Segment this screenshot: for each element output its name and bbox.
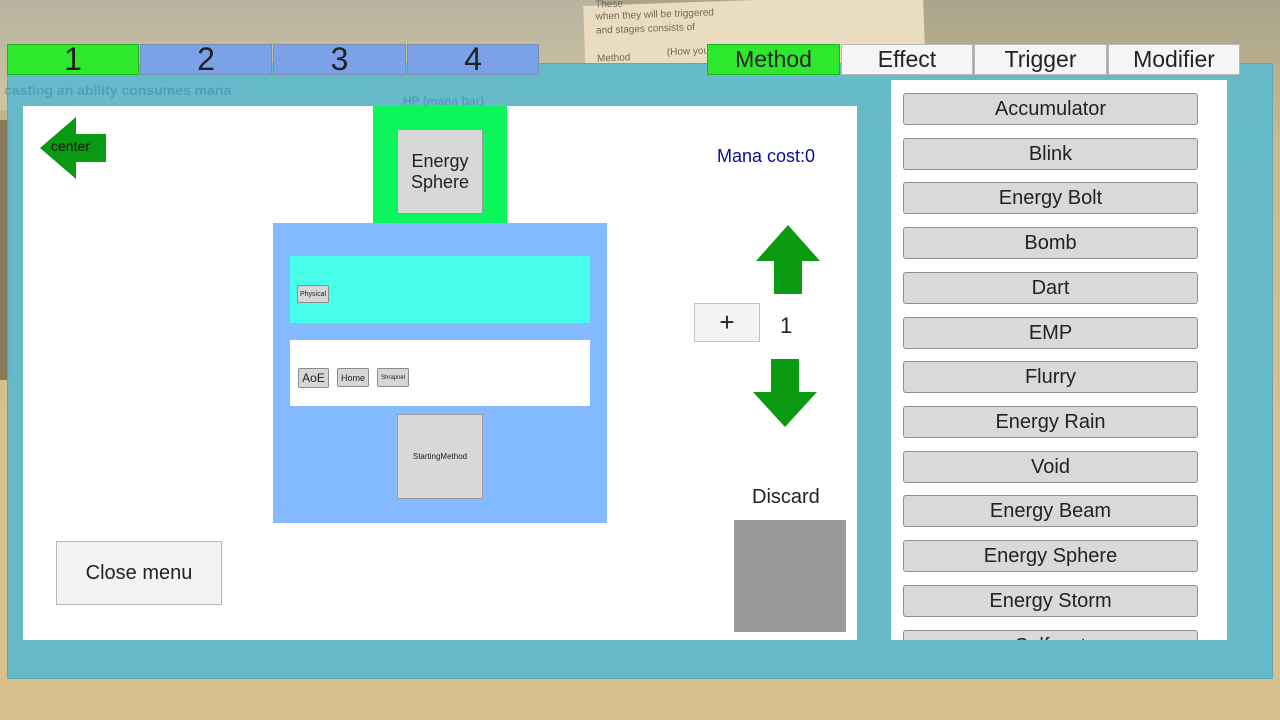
discard-label: Discard	[752, 486, 820, 508]
tab-modifier[interactable]: Modifier	[1108, 44, 1240, 75]
starting-method-card[interactable]: StartingMethod	[397, 414, 483, 499]
tab-effect[interactable]: Effect	[841, 44, 973, 75]
ability-dart[interactable]: Dart	[903, 272, 1198, 304]
faint-text: casting an ability consumes mana	[4, 82, 232, 98]
center-back-button[interactable]: center	[40, 117, 106, 179]
background-floor	[0, 680, 1280, 720]
tab-trigger[interactable]: Trigger	[974, 44, 1107, 75]
ability-void[interactable]: Void	[903, 451, 1198, 483]
tab-method[interactable]: Method	[707, 44, 840, 75]
ability-energy-rain[interactable]: Energy Rain	[903, 406, 1198, 438]
ability-blink[interactable]: Blink	[903, 138, 1198, 170]
ability-emp[interactable]: EMP	[903, 317, 1198, 349]
mana-cost-value: 0	[805, 146, 816, 166]
paper-line: These	[594, 0, 624, 11]
ability-energy-storm[interactable]: Energy Storm	[903, 585, 1198, 617]
paper-line: and stages consists of	[595, 22, 696, 37]
add-stage-button[interactable]: +	[694, 303, 760, 342]
ability-accumulator[interactable]: Accumulator	[903, 93, 1198, 125]
stage-tab-1[interactable]: 1	[7, 41, 139, 77]
up-arrow-icon[interactable]	[756, 225, 820, 294]
center-label: center	[51, 138, 90, 154]
mana-cost: Mana cost:0	[717, 146, 815, 167]
ability-energy-bolt[interactable]: Energy Bolt	[903, 182, 1198, 214]
chip-aoe[interactable]: AoE	[298, 368, 329, 388]
stage-count: 1	[780, 313, 793, 338]
modifier-row[interactable]	[290, 340, 590, 406]
ability-flurry[interactable]: Flurry	[903, 361, 1198, 393]
discard-drop-zone[interactable]	[734, 520, 846, 632]
chip-shrapnel[interactable]: Shrapnel	[377, 368, 409, 387]
mana-cost-label: Mana cost:	[717, 146, 806, 166]
effect-row[interactable]	[290, 256, 590, 323]
stage-tab-3[interactable]: 3	[273, 41, 406, 77]
chip-physical[interactable]: Physical	[297, 285, 329, 303]
ability-list[interactable]: Accumulator Blink Energy Bolt Bomb Dart …	[891, 80, 1227, 640]
ability-selfcast[interactable]: Selfcast	[903, 630, 1198, 640]
down-arrow-icon[interactable]	[753, 359, 817, 427]
ability-energy-sphere[interactable]: Energy Sphere	[903, 540, 1198, 572]
chip-home[interactable]: Home	[337, 368, 369, 387]
close-menu-button[interactable]: Close menu	[56, 541, 222, 605]
stage-tab-2[interactable]: 2	[140, 41, 272, 77]
ability-bomb[interactable]: Bomb	[903, 227, 1198, 259]
stage-tab-4[interactable]: 4	[407, 41, 539, 77]
ability-energy-beam[interactable]: Energy Beam	[903, 495, 1198, 527]
selected-method-card[interactable]: Energy Sphere	[397, 129, 483, 214]
